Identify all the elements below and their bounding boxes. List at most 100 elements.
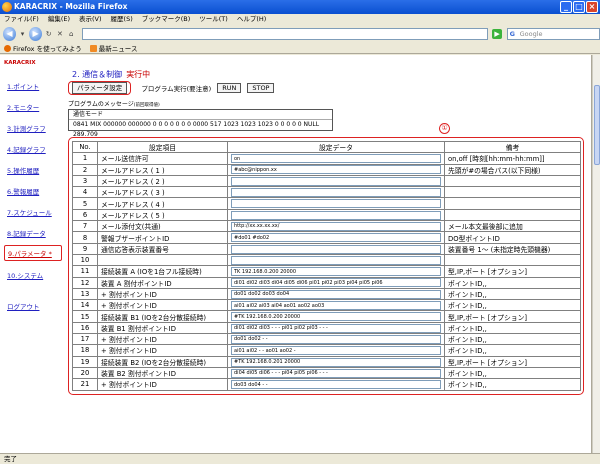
table-row: 11接続装置 A (IOを1台フル接続時) 型,IP,ポート [オプション]	[72, 265, 581, 278]
sidebar-item-system[interactable]: 10.システム	[4, 264, 62, 285]
setting-data-input[interactable]	[231, 357, 441, 367]
forward-icon[interactable]: ▶	[29, 27, 43, 41]
bookmark-getting-started[interactable]: Firefox を使ってみよう	[4, 43, 82, 53]
table-row: 2メールアドレス ( 1 ) 先頭が#の場合パス(以下同様)	[72, 163, 581, 176]
setting-item: メールアドレス ( 3 )	[97, 186, 228, 199]
setting-data-input[interactable]	[231, 346, 441, 356]
setting-data-input[interactable]	[231, 368, 441, 378]
setting-data-input[interactable]	[231, 301, 441, 310]
reload-icon[interactable]: ↻	[44, 29, 53, 39]
table-row: 19接続装置 B2 (IOを2台分散接続時) 型,IP,ポート [オプション]	[72, 355, 581, 368]
sidebar-item-record-data[interactable]: 8.記録データ	[4, 222, 62, 243]
setting-note: 先頭が#の場合パス(以下同様)	[444, 163, 581, 176]
sidebar-item-operation-history[interactable]: 5.操作履歴	[4, 159, 62, 180]
setting-data-input[interactable]	[231, 154, 441, 164]
setting-item: + 割付ポイントID	[97, 344, 228, 357]
setting-data-input[interactable]	[231, 233, 441, 243]
setting-data-input[interactable]	[231, 255, 441, 265]
home-icon[interactable]: ⌂	[67, 29, 76, 39]
status-bar: 完了	[0, 453, 600, 464]
col-header-data: 設定データ	[227, 140, 445, 154]
setting-data-input[interactable]	[231, 210, 441, 220]
setting-data-input[interactable]	[231, 165, 441, 175]
menu-tools[interactable]: ツール(T)	[199, 14, 228, 25]
setting-data-input[interactable]	[231, 199, 441, 209]
url-bar[interactable]	[81, 28, 489, 40]
setting-data-cell	[227, 253, 445, 267]
setting-data-cell	[227, 344, 445, 357]
go-icon[interactable]: ▶	[492, 29, 502, 39]
setting-data-input[interactable]	[231, 176, 441, 186]
col-header-note: 備考	[444, 140, 581, 154]
back-icon[interactable]: ◀	[3, 27, 16, 41]
setting-data-input[interactable]	[231, 244, 441, 254]
setting-note: ポイントID,,	[444, 344, 581, 357]
stop-icon[interactable]: ✕	[55, 29, 64, 39]
row-number: 5	[72, 197, 98, 210]
table-row: 18+ 割付ポイントID ポイントID,,	[72, 344, 581, 357]
sidebar-item-schedule[interactable]: 7.スケジュール	[4, 201, 62, 222]
bookmarks-toolbar: Firefox を使ってみよう 最新ニュース	[0, 43, 600, 54]
table-row: 3 メールアドレス ( 2 )	[72, 174, 581, 188]
scrollbar-thumb[interactable]	[594, 85, 600, 165]
setting-data-input[interactable]	[231, 334, 441, 344]
sidebar-item-measure-graph[interactable]: 3.計測グラフ	[4, 117, 62, 138]
firefox-small-icon	[4, 44, 11, 52]
sidebar-item-monitor[interactable]: 2.モニター	[4, 96, 62, 117]
setting-data-cell	[227, 242, 445, 255]
sidebar-item-record-graph[interactable]: 4.記録グラフ	[4, 138, 62, 159]
setting-data-input[interactable]	[231, 380, 441, 390]
bookmark-latest-news[interactable]: 最新ニュース	[89, 43, 137, 53]
setting-note: ポイントID,,	[444, 321, 581, 335]
run-button[interactable]: RUN	[217, 83, 242, 93]
close-icon[interactable]: ×	[586, 1, 598, 13]
setting-data-input[interactable]	[231, 278, 441, 288]
setting-data-input[interactable]	[231, 267, 441, 277]
menu-history[interactable]: 履歴(S)	[111, 14, 133, 25]
setting-note: ポイントID,,	[444, 276, 581, 289]
row-number: 12	[72, 276, 98, 289]
setting-data-input[interactable]	[231, 188, 441, 197]
sidebar-item-parameters[interactable]: 9.パラメータ *	[4, 245, 62, 261]
setting-item: メールアドレス ( 2 )	[97, 174, 228, 188]
setting-data-cell	[227, 276, 445, 289]
sidebar-item-points[interactable]: 1.ポイント	[4, 75, 62, 96]
col-header-no: No.	[72, 140, 98, 154]
setting-note	[444, 186, 581, 199]
setting-note	[444, 208, 581, 222]
message-line: 0841 MIX 000000 000000 0 0 0 0 0 0 0 000…	[73, 121, 320, 138]
setting-note: DO型ポイントID	[444, 231, 581, 244]
menu-bookmarks[interactable]: ブックマーク(B)	[142, 14, 191, 25]
maximize-icon[interactable]: □	[573, 1, 585, 13]
minimize-icon[interactable]: _	[560, 1, 572, 13]
menu-help[interactable]: ヘルプ(H)	[237, 14, 266, 25]
setting-data-input[interactable]	[231, 289, 441, 299]
setting-data-input[interactable]	[231, 312, 441, 322]
setting-item: + 割付ポイントID	[97, 333, 228, 346]
menu-file[interactable]: ファイル(F)	[4, 14, 39, 25]
row-number: 10	[72, 253, 98, 267]
setting-data-input[interactable]	[231, 323, 441, 333]
menu-view[interactable]: 表示(V)	[79, 14, 102, 25]
setting-data-cell	[227, 265, 445, 278]
setting-note: ポイントID,,	[444, 366, 581, 380]
search-input[interactable]: G Google	[506, 28, 600, 40]
setting-data-input[interactable]	[231, 221, 441, 231]
param-settings-button[interactable]: パラメータ設定	[72, 82, 128, 94]
control-row: パラメータ設定 プログラム実行(要注意) RUN STOP	[68, 81, 588, 95]
setting-note	[444, 253, 581, 267]
back-dropdown-icon[interactable]: ▾	[18, 29, 27, 39]
message-title: プログラムのメッセージ	[68, 101, 134, 108]
menu-edit[interactable]: 編集(E)	[48, 14, 70, 25]
row-number: 17	[72, 333, 98, 346]
logout-link[interactable]: ログアウト	[4, 295, 62, 316]
setting-item: 通信応答表示装置番号	[97, 242, 228, 255]
section-title: 2. 通信＆制御	[72, 70, 123, 79]
sidebar-item-alarm-history[interactable]: 6.警報履歴	[4, 180, 62, 201]
table-header-row: No. 設定項目 設定データ 備考	[72, 140, 581, 154]
vertical-scrollbar[interactable]	[592, 55, 600, 453]
stop-button[interactable]: STOP	[247, 83, 275, 93]
browser-window: KARACRIX - Mozilla Firefox _ □ × ファイル(F)…	[0, 0, 600, 464]
table-row: 4 メールアドレス ( 3 )	[72, 186, 581, 199]
setting-data-cell	[227, 299, 445, 312]
